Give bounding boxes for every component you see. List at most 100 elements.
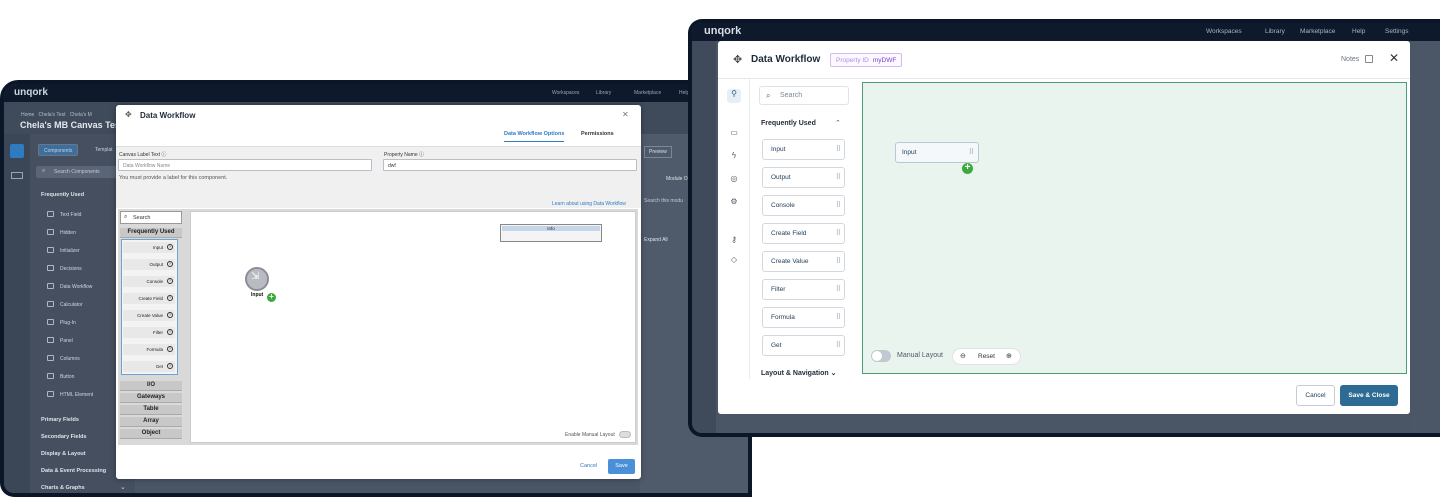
- nav-help[interactable]: Help: [1352, 28, 1365, 35]
- section-secondary-fields[interactable]: Secondary Fields: [41, 434, 87, 440]
- nav-library[interactable]: Library: [596, 90, 611, 96]
- breadcrumb-project[interactable]: Chela's Test: [39, 112, 66, 118]
- expand-all-link[interactable]: Expand All: [644, 237, 668, 243]
- grid-icon[interactable]: [11, 172, 23, 179]
- block-formula[interactable]: Formula ⠿: [762, 307, 845, 328]
- learn-data-workflow-link[interactable]: Learn about using Data Workflow: [552, 201, 626, 207]
- bolt-icon[interactable]: ϟ: [727, 151, 741, 165]
- block-filter[interactable]: Filter ⠿: [762, 279, 845, 300]
- gear-icon[interactable]: ⚙: [727, 197, 741, 211]
- breadcrumb-module[interactable]: Chela's M: [70, 112, 92, 118]
- preview-button[interactable]: Preview: [644, 146, 672, 158]
- block-create-field[interactable]: Create Field?: [123, 293, 175, 304]
- chevron-down-icon[interactable]: ⌄: [120, 483, 126, 491]
- block-create-value[interactable]: Create Value?: [123, 310, 175, 321]
- drag-handle-icon[interactable]: ⠿: [836, 229, 841, 237]
- zoom-in-icon[interactable]: ⊕: [1006, 352, 1012, 360]
- sidebar-item-columns[interactable]: Columns: [60, 356, 80, 362]
- section-frequently-used[interactable]: Frequently Used: [41, 192, 84, 198]
- section-data-event-processing[interactable]: Data & Event Processing: [41, 468, 106, 474]
- section-layout-navigation[interactable]: Layout & Navigation ⌄: [761, 369, 837, 377]
- property-name-input[interactable]: dwf: [383, 159, 637, 171]
- block-output[interactable]: Output?: [123, 259, 175, 270]
- group-object[interactable]: Object: [120, 429, 182, 439]
- input-node[interactable]: Input ⠿: [895, 142, 979, 163]
- drag-handle-icon[interactable]: ⠿: [969, 148, 974, 156]
- drag-handle-icon[interactable]: ⠿: [836, 201, 841, 209]
- add-icon[interactable]: +: [962, 163, 973, 174]
- move-icon[interactable]: ✥: [125, 110, 132, 119]
- tag-icon[interactable]: ◇: [727, 255, 741, 269]
- nav-settings[interactable]: Settings: [1385, 28, 1409, 35]
- sidebar-item-calculator[interactable]: Calculator: [60, 302, 83, 308]
- group-array[interactable]: Array: [120, 417, 182, 427]
- drag-handle-icon[interactable]: ⠿: [836, 145, 841, 153]
- group-gateways[interactable]: Gateways: [120, 393, 182, 403]
- block-input[interactable]: Input?: [123, 242, 175, 253]
- operator-search-input[interactable]: ⌕ Search: [120, 211, 182, 224]
- move-icon[interactable]: ✥: [733, 53, 742, 66]
- add-icon[interactable]: +: [267, 293, 276, 302]
- section-charts-graphs[interactable]: Charts & Graphs: [41, 485, 85, 491]
- save-button[interactable]: Save: [608, 459, 635, 474]
- block-filter[interactable]: Filter?: [123, 327, 175, 338]
- close-icon[interactable]: ✕: [1389, 51, 1399, 65]
- sidebar-item-hidden[interactable]: Hidden: [60, 230, 76, 236]
- block-console[interactable]: Console?: [123, 276, 175, 287]
- sidebar-item-panel[interactable]: Panel: [60, 338, 73, 344]
- block-get[interactable]: Get?: [123, 361, 175, 372]
- drag-handle-icon[interactable]: ⠿: [836, 313, 841, 321]
- nav-workspaces[interactable]: Workspaces: [552, 90, 579, 96]
- block-formula[interactable]: Formula?: [123, 344, 175, 355]
- key-icon[interactable]: ⚷: [727, 235, 741, 249]
- workflow-canvas[interactable]: Input ⠿ + Manual Layout ⊖ Reset ⊕: [862, 82, 1407, 374]
- block-create-field[interactable]: Create Field ⠿: [762, 223, 845, 244]
- close-icon[interactable]: ✕: [622, 110, 629, 119]
- breadcrumb-home[interactable]: Home: [21, 112, 34, 118]
- nav-marketplace[interactable]: Marketplace: [634, 90, 661, 96]
- notes-icon[interactable]: [1365, 55, 1373, 63]
- section-display-layout[interactable]: Display & Layout: [41, 451, 86, 457]
- block-console[interactable]: Console ⠿: [762, 195, 845, 216]
- group-table[interactable]: Table: [120, 405, 182, 415]
- nav-library[interactable]: Library: [1265, 28, 1285, 35]
- sidebar-item-html-element[interactable]: HTML Element: [60, 392, 93, 398]
- workflow-canvas[interactable]: Info ⇲ Input + Enable Manual Layout: [190, 211, 636, 443]
- save-close-button[interactable]: Save & Close: [1340, 385, 1398, 406]
- tab-templates[interactable]: Templat: [90, 144, 118, 156]
- chevron-up-icon[interactable]: ⌃: [835, 119, 841, 127]
- tab-components[interactable]: Components: [38, 144, 79, 156]
- manual-layout-toggle[interactable]: [871, 350, 891, 362]
- input-node[interactable]: ⇲: [245, 267, 269, 291]
- edit-icon[interactable]: [10, 144, 24, 158]
- block-get[interactable]: Get ⠿: [762, 335, 845, 356]
- module-search-input[interactable]: Search this modu: [644, 198, 683, 204]
- group-io[interactable]: I/O: [120, 381, 182, 391]
- drag-handle-icon[interactable]: ⠿: [836, 257, 841, 265]
- nav-workspaces[interactable]: Workspaces: [1206, 28, 1242, 35]
- block-create-value[interactable]: Create Value ⠿: [762, 251, 845, 272]
- section-primary-fields[interactable]: Primary Fields: [41, 417, 79, 423]
- tab-permissions[interactable]: Permissions: [581, 131, 614, 137]
- zoom-out-icon[interactable]: ⊖: [960, 352, 966, 360]
- sidebar-item-decisions[interactable]: Decisions: [60, 266, 82, 272]
- property-id-badge[interactable]: Property ID myDWF: [830, 53, 903, 67]
- canvas-label-input[interactable]: Data Workflow Name: [118, 159, 372, 171]
- sidebar-item-plug-in[interactable]: Plug-In: [60, 320, 76, 326]
- block-output[interactable]: Output ⠿: [762, 167, 845, 188]
- nav-marketplace[interactable]: Marketplace: [1300, 28, 1335, 35]
- check-icon[interactable]: ◎: [727, 174, 741, 188]
- cancel-button[interactable]: Cancel: [580, 463, 597, 469]
- operator-search-input[interactable]: ⌕ Search: [759, 86, 849, 105]
- sidebar-item-initializer[interactable]: Initializer: [60, 248, 80, 254]
- sidebar-item-text-field[interactable]: Text Field: [60, 212, 81, 218]
- tab-data-workflow-options[interactable]: Data Workflow Options: [504, 131, 565, 142]
- workflow-icon[interactable]: ⚲: [727, 89, 741, 103]
- block-input[interactable]: Input ⠿: [762, 139, 845, 160]
- group-frequently-used[interactable]: Frequently Used: [120, 228, 182, 238]
- sidebar-item-data-workflow[interactable]: Data Workflow: [60, 284, 92, 290]
- sidebar-item-button[interactable]: Button: [60, 374, 74, 380]
- drag-handle-icon[interactable]: ⠿: [836, 285, 841, 293]
- drag-handle-icon[interactable]: ⠿: [836, 173, 841, 181]
- cancel-button[interactable]: Cancel: [1296, 385, 1335, 406]
